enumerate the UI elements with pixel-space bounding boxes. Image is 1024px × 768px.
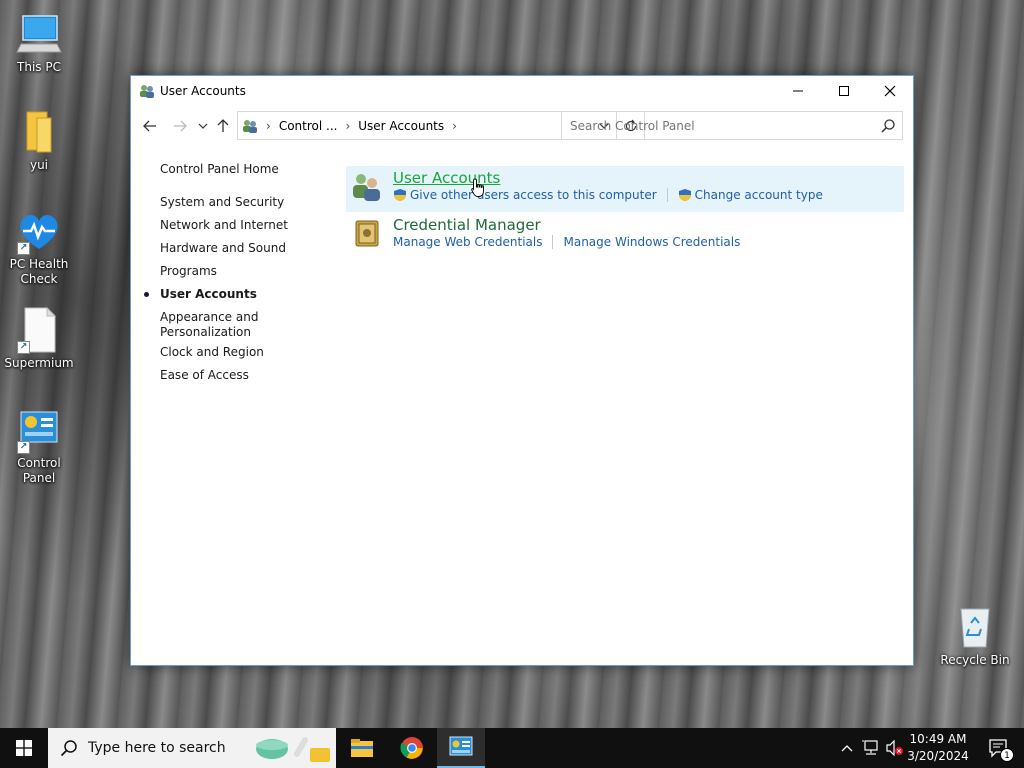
- volume-button[interactable]: [884, 728, 906, 768]
- shortcut-arrow-icon: ↗: [17, 242, 30, 255]
- recent-locations-button[interactable]: [193, 116, 213, 136]
- desktop-icon-label: Supermium: [4, 356, 74, 370]
- chevron-down-icon: [198, 123, 208, 129]
- navigation-bar: › Control ... › User Accounts ›: [131, 111, 913, 141]
- maximize-icon: [839, 85, 849, 96]
- desktop-icon-recycle-bin[interactable]: Recycle Bin: [936, 603, 1014, 668]
- give-other-users-access-link[interactable]: Give other users access to this computer: [410, 188, 657, 202]
- folder-icon: [15, 108, 63, 156]
- desktop-icon-pc-health-check[interactable]: ↗ PC Health Check: [0, 207, 78, 287]
- forward-arrow-icon: [174, 120, 187, 132]
- chevron-right-icon[interactable]: ›: [345, 119, 350, 133]
- network-icon: [862, 740, 878, 755]
- search-input[interactable]: [570, 118, 870, 133]
- folder-icon: [351, 739, 373, 757]
- category-credential-manager[interactable]: Credential Manager Manage Web Credential…: [346, 213, 904, 259]
- control-panel-window: User Accounts › Control ... › User Accou…: [130, 75, 914, 666]
- taskbar-control-panel[interactable]: [437, 728, 485, 768]
- title-bar[interactable]: User Accounts: [131, 76, 913, 106]
- user-accounts-icon: [139, 83, 155, 99]
- nav-clock-and-region[interactable]: Clock and Region: [160, 345, 264, 360]
- forward-button[interactable]: [170, 116, 190, 136]
- chevron-right-icon[interactable]: ›: [266, 119, 271, 133]
- nav-programs[interactable]: Programs: [160, 264, 217, 279]
- close-button[interactable]: [867, 76, 913, 105]
- search-icon: [60, 739, 78, 757]
- change-account-type-link[interactable]: Change account type: [695, 188, 823, 202]
- search-highlight-illustration-icon: [254, 732, 334, 766]
- control-panel-icon: ↗: [15, 406, 63, 454]
- desktop-icon-label: This PC: [17, 60, 61, 74]
- start-button[interactable]: [0, 728, 48, 768]
- close-icon: [884, 85, 896, 96]
- nav-ease-of-access[interactable]: Ease of Access: [160, 368, 249, 383]
- chevron-right-icon[interactable]: ›: [452, 119, 457, 133]
- nav-hardware-and-sound[interactable]: Hardware and Sound: [160, 241, 286, 256]
- active-indicator: [144, 292, 149, 297]
- breadcrumb-control-panel[interactable]: Control ...: [279, 119, 338, 133]
- back-arrow-icon: [143, 120, 156, 132]
- category-user-accounts[interactable]: User Accounts Give other users access to…: [346, 166, 904, 212]
- taskbar-file-explorer[interactable]: [338, 728, 386, 768]
- back-button[interactable]: [140, 116, 160, 136]
- network-status-button[interactable]: [860, 728, 882, 768]
- control-panel-icon: [449, 736, 473, 756]
- manage-web-credentials-link[interactable]: Manage Web Credentials: [393, 235, 542, 249]
- notification-count-badge: 1: [1000, 748, 1014, 762]
- shortcut-arrow-icon: ↗: [17, 441, 30, 454]
- category-links: Give other users access to this computer…: [393, 188, 823, 202]
- user-accounts-icon: [242, 118, 258, 134]
- chevron-up-icon: [841, 745, 853, 752]
- nav-network-and-internet[interactable]: Network and Internet: [160, 218, 288, 233]
- desktop-icon-label: yui: [29, 158, 49, 172]
- taskbar-search-placeholder: Type here to search: [88, 740, 226, 756]
- desktop-icon-label: Control Panel: [17, 456, 61, 485]
- taskbar: Type here to search 10:49 AM 3/20/2024 1: [0, 728, 1024, 768]
- clock-date: 3/20/2024: [907, 749, 969, 763]
- nav-control-panel-home[interactable]: Control Panel Home: [160, 162, 279, 177]
- heart-monitor-icon: ↗: [15, 207, 63, 255]
- windows-logo-icon: [16, 740, 32, 756]
- hand-cursor-icon: [471, 178, 485, 198]
- uac-shield-icon: [394, 189, 406, 201]
- clock-time: 10:49 AM: [909, 732, 967, 746]
- taskbar-clock[interactable]: 10:49 AM 3/20/2024: [906, 731, 970, 765]
- file-icon: ↗: [15, 306, 63, 354]
- category-links: Manage Web Credentials Manage Windows Cr…: [393, 235, 740, 249]
- minimize-button[interactable]: [775, 76, 821, 105]
- desktop-icon-label: Recycle Bin: [940, 653, 1010, 667]
- desktop-icon-label: PC Health Check: [9, 257, 69, 286]
- show-hidden-icons-button[interactable]: [838, 728, 856, 768]
- search-box[interactable]: [561, 111, 903, 140]
- nav-appearance-and-personalization[interactable]: Appearance and Personalization: [160, 310, 260, 340]
- computer-icon: [15, 10, 63, 58]
- desktop-icon-supermium[interactable]: ↗ Supermium: [0, 306, 78, 371]
- taskbar-chrome[interactable]: [388, 728, 436, 768]
- user-accounts-icon: [351, 170, 383, 202]
- chrome-icon: [400, 737, 423, 759]
- desktop-icon-this-pc[interactable]: This PC: [0, 10, 78, 75]
- maximize-button[interactable]: [821, 76, 867, 105]
- search-icon[interactable]: [880, 118, 896, 134]
- link-divider: [552, 235, 554, 249]
- nav-user-accounts[interactable]: User Accounts: [160, 287, 257, 302]
- minimize-icon: [793, 90, 803, 91]
- up-arrow-icon: [217, 119, 229, 132]
- credential-vault-icon: [351, 217, 383, 249]
- uac-shield-icon: [678, 189, 691, 201]
- breadcrumb-user-accounts[interactable]: User Accounts: [358, 119, 444, 133]
- window-title: User Accounts: [160, 84, 246, 98]
- nav-system-and-security[interactable]: System and Security: [160, 195, 284, 210]
- link-divider: [666, 188, 668, 202]
- taskbar-search-box[interactable]: Type here to search: [48, 728, 336, 768]
- up-button[interactable]: [213, 116, 233, 136]
- manage-windows-credentials-link[interactable]: Manage Windows Credentials: [563, 235, 740, 249]
- shortcut-arrow-icon: ↗: [17, 341, 30, 354]
- volume-muted-icon: [886, 740, 903, 756]
- category-title-credential-manager[interactable]: Credential Manager: [393, 216, 541, 234]
- recycle-bin-icon: [951, 603, 999, 651]
- desktop-icon-yui[interactable]: yui: [0, 108, 78, 173]
- desktop-icon-control-panel[interactable]: ↗ Control Panel: [0, 406, 78, 486]
